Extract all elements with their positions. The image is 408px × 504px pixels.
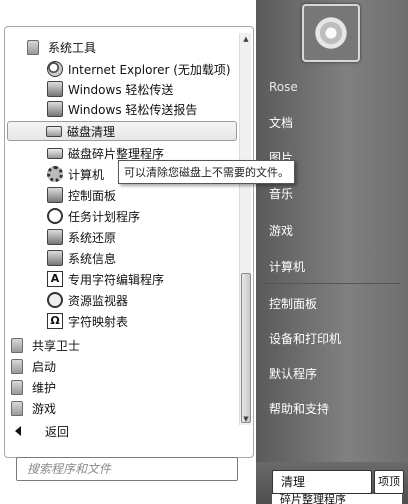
program-label: 专用字符编辑程序	[68, 272, 165, 287]
control-panel-icon	[47, 187, 63, 203]
folder-icon	[11, 379, 23, 395]
folder-system-tools[interactable]: 系统工具	[27, 37, 96, 57]
program-label: 磁盘碎片整理程序	[68, 146, 165, 161]
folder-label: 维护	[32, 380, 57, 395]
folder-item[interactable]: 启动	[11, 356, 56, 376]
cleanup-button[interactable]: 清理	[272, 470, 372, 494]
program-item[interactable]: 系统信息	[47, 248, 116, 268]
transfer-icon	[47, 81, 63, 97]
disk-cleanup-icon	[46, 125, 62, 137]
right-item-default-programs[interactable]: 默认程序	[269, 365, 317, 382]
program-item[interactable]: 任务计划程序	[47, 206, 140, 226]
program-item[interactable]: 计算机	[47, 164, 104, 184]
ie-icon	[47, 61, 63, 77]
folder-label: 游戏	[32, 401, 57, 416]
cleanup-submenu-item[interactable]: 碎片整理程序	[272, 494, 402, 504]
folder-icon	[11, 337, 23, 353]
right-pane	[256, 0, 408, 504]
program-item[interactable]: 资源监视器	[47, 290, 128, 310]
charmap-icon: Ω	[47, 313, 63, 329]
clock-icon	[47, 208, 63, 224]
disk-cleanup-tooltip: 可以清除您磁盘上不需要的文件。	[118, 160, 295, 184]
program-item[interactable]: Windows 轻松传送报告	[47, 99, 197, 119]
folder-item[interactable]: 共享卫士	[11, 335, 80, 355]
back-button[interactable]: 返回	[9, 419, 69, 443]
program-item[interactable]: Internet Explorer (无加载项)	[47, 59, 231, 79]
program-label: 计算机	[68, 167, 105, 182]
right-item-help-support[interactable]: 帮助和支持	[269, 400, 329, 417]
start-menu: 系统工具 Internet Explorer (无加载项) Windows 轻松…	[0, 0, 408, 504]
scroll-up-icon[interactable]: ▲	[242, 35, 250, 43]
folder-icon	[11, 358, 23, 374]
computer-icon	[47, 166, 63, 182]
search-placeholder: 搜索程序和文件	[27, 462, 112, 476]
user-name-link[interactable]: Rose	[269, 80, 298, 94]
transfer-report-icon	[47, 101, 63, 117]
right-item-games[interactable]: 游戏	[269, 222, 293, 239]
folder-item[interactable]: 维护	[11, 377, 56, 397]
right-item-computer[interactable]: 计算机	[269, 258, 305, 275]
folder-item[interactable]: 游戏	[11, 398, 56, 418]
program-item[interactable]: 系统还原	[47, 227, 116, 247]
program-label: 任务计划程序	[68, 209, 141, 224]
back-label: 返回	[45, 424, 70, 439]
info-icon	[47, 250, 63, 266]
restore-icon	[47, 229, 63, 245]
folder-icon	[11, 400, 23, 416]
scroll-thumb[interactable]	[241, 273, 251, 423]
program-item[interactable]: 控制面板	[47, 185, 116, 205]
monitor-icon	[47, 292, 63, 308]
folder-label: 启动	[32, 359, 57, 374]
program-label: Windows 轻松传送	[68, 82, 174, 97]
folder-label: 系统工具	[48, 40, 97, 55]
program-label: 磁盘清理	[67, 124, 116, 139]
char-edit-icon: A	[47, 271, 63, 287]
program-label: 字符映射表	[68, 314, 129, 329]
right-item-devices-printers[interactable]: 设备和打印机	[269, 330, 341, 347]
search-input[interactable]: 搜索程序和文件	[16, 457, 238, 481]
program-label: 控制面板	[68, 188, 117, 203]
program-item[interactable]: Windows 轻松传送	[47, 79, 173, 99]
program-item-disk-cleanup[interactable]: 磁盘清理	[7, 121, 237, 141]
right-divider	[262, 283, 400, 284]
program-item[interactable]: Ω 字符映射表	[47, 311, 128, 331]
back-arrow-icon	[15, 426, 21, 436]
program-label: Internet Explorer (无加载项)	[68, 62, 231, 77]
program-label: 系统还原	[68, 230, 117, 245]
right-item-control-panel[interactable]: 控制面板	[269, 295, 317, 312]
folder-label: 共享卫士	[32, 338, 81, 353]
right-item-documents[interactable]: 文档	[269, 114, 293, 131]
vertical-scrollbar[interactable]: ▲ ▼	[239, 33, 251, 425]
right-item-music[interactable]: 音乐	[269, 185, 293, 202]
program-label: 系统信息	[68, 251, 117, 266]
cleanup-options-button[interactable]: 项顶	[374, 470, 404, 494]
user-avatar[interactable]	[302, 4, 360, 62]
defrag-icon	[47, 147, 63, 159]
folder-icon	[27, 39, 39, 55]
program-label: Windows 轻松传送报告	[68, 102, 198, 117]
program-label: 资源监视器	[68, 293, 129, 308]
program-item[interactable]: A 专用字符编辑程序	[47, 269, 164, 289]
programs-pane: 系统工具 Internet Explorer (无加载项) Windows 轻松…	[4, 26, 254, 458]
scroll-down-icon[interactable]: ▼	[242, 415, 250, 423]
